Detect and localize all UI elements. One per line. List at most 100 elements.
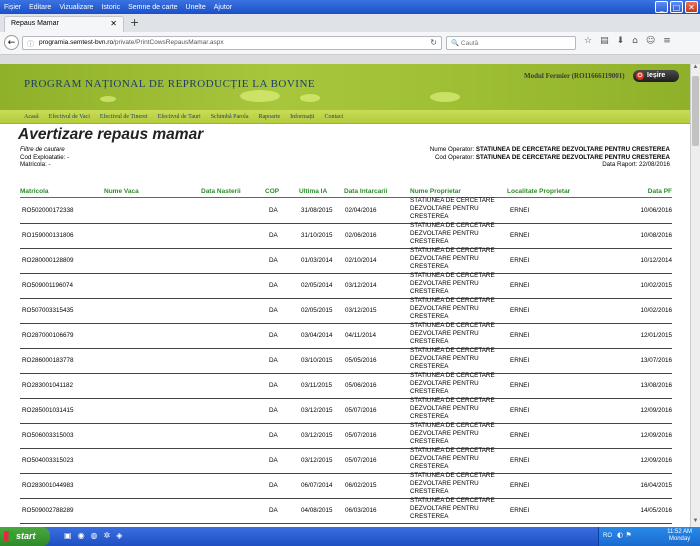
nav-acasa[interactable]: Acasă (24, 114, 39, 120)
exit-label: Ieșire (647, 72, 666, 79)
vertical-scrollbar[interactable]: ▲ ▼ (690, 64, 700, 527)
operator-code-label: Cod Operator: (434, 153, 475, 161)
folder-icon[interactable]: ▣ (64, 531, 72, 540)
menu-istoric[interactable]: Istoric (101, 4, 120, 11)
cell-nume-proprietar: STATIUNEA DE CERCETARE DEZVOLTARE PENTRU… (410, 197, 495, 220)
menu-semne-de-carte[interactable]: Semne de carte (128, 4, 177, 11)
url-bar[interactable]: ⓘ programia.semtest-bvn.ro/private/Print… (22, 36, 442, 50)
nav-schimba-parola[interactable]: Schimbă Parola (211, 114, 249, 120)
cell-ultima-ia: 02/05/2015 (301, 307, 333, 314)
nav-contact[interactable]: Contact (325, 114, 344, 120)
cell-data-intarcarii: 04/11/2014 (345, 332, 377, 339)
col-data-pf: Data PF (647, 188, 672, 195)
cell-data-intarcarii: 05/07/2016 (345, 407, 377, 414)
settings-icon[interactable]: ✲ (104, 531, 111, 540)
cell-data-pf: 10/06/2016 (640, 207, 672, 214)
cell-data-pf: 13/08/2016 (640, 382, 672, 389)
cell-localitate: ERNEI (510, 207, 530, 214)
decor-blob (430, 92, 460, 102)
col-nume-proprietar: Nume Proprietar (410, 188, 461, 195)
menu-unelte[interactable]: Unelte (186, 4, 206, 11)
info-icon[interactable]: ⓘ (27, 39, 34, 49)
table-row: RO509002788289 DA 04/08/2015 06/03/2016 ERNE… (20, 497, 672, 524)
col-matricola: Matricola (20, 188, 49, 195)
scroll-up-icon[interactable]: ▲ (691, 64, 700, 73)
cell-ultima-ia: 03/04/2014 (301, 332, 333, 339)
cell-matricola: RO506003315003 (22, 432, 74, 439)
cell-data-intarcarii: 05/05/2016 (345, 357, 377, 364)
tab-title: Repaus Mamar (11, 20, 59, 27)
scroll-thumb[interactable] (692, 76, 699, 146)
start-button[interactable]: start (0, 527, 50, 546)
cell-matricola: RO283001041182 (22, 382, 74, 389)
tab-repaus-mamar[interactable]: Repaus Mamar ✕ (4, 16, 124, 32)
cell-ultima-ia: 02/05/2014 (301, 282, 333, 289)
exit-button[interactable]: ⏻ Ieșire (633, 70, 679, 82)
table-row: RO283001044983 DA 06/07/2014 06/02/2015 ERNE… (20, 472, 672, 499)
cell-matricola: RO287000106679 (22, 332, 74, 339)
reload-icon[interactable]: ↻ (430, 38, 437, 47)
scroll-down-icon[interactable]: ▼ (691, 518, 700, 527)
nav-efectivul-de-tauri[interactable]: Efectivul de Tauri (158, 114, 201, 120)
cell-matricola: RO283001044983 (22, 482, 74, 489)
download-icon[interactable]: ⬇ (617, 36, 625, 46)
bookmarks-icon[interactable]: ▤ (600, 36, 609, 46)
close-tab-icon[interactable]: ✕ (110, 19, 117, 28)
search-input[interactable]: 🔍 Caută (446, 36, 576, 50)
cell-cop: DA (269, 332, 278, 339)
firefox-icon[interactable]: ◍ (91, 531, 98, 540)
cell-matricola: RO509002788289 (22, 507, 74, 514)
window-controls: _ □ ✕ (655, 1, 698, 13)
nav-efectivul-de-vaci[interactable]: Efectivul de Vaci (49, 114, 90, 120)
menu-ajutor[interactable]: Ajutor (214, 4, 232, 11)
maximize-button[interactable]: □ (670, 1, 683, 13)
table-row: RO280000128809 DA 01/03/2014 02/10/2014 ERNE… (20, 247, 672, 274)
app-icon[interactable]: ◈ (116, 531, 122, 540)
home-icon[interactable]: ⌂ (632, 36, 638, 46)
cell-matricola: RO280000128809 (22, 257, 74, 264)
cell-localitate: ERNEI (510, 382, 530, 389)
operator-code: STATIUNEA DE CERCETARE DEZVOLTARE PENTRU… (475, 153, 670, 161)
table-row: RO285001031415 DA 03/12/2015 05/07/2016 ERNE… (20, 397, 672, 424)
cell-data-intarcarii: 03/12/2015 (345, 307, 377, 314)
start-label: start (16, 531, 36, 541)
hamburger-menu-icon[interactable]: ≡ (663, 36, 671, 46)
table-row: RO287000106679 DA 03/04/2014 04/11/2014 ERNE… (20, 322, 672, 349)
minimize-button[interactable]: _ (655, 1, 668, 13)
nav-efectivul-de-tineret[interactable]: Efectivul de Tineret (100, 114, 148, 120)
menu-fisier[interactable]: Fișier (4, 4, 21, 11)
star-icon[interactable]: ☆ (584, 36, 592, 46)
cell-data-intarcarii: 02/04/2016 (345, 207, 377, 214)
quick-launch: ▣ ◉ ◍ ✲ ◈ (64, 531, 122, 540)
site-header: PROGRAM NAȚIONAL DE REPRODUCȚIE LA BOVIN… (0, 64, 690, 110)
cell-localitate: ERNEI (510, 282, 530, 289)
nav-rapoarte[interactable]: Rapoarte (259, 114, 281, 120)
cell-ultima-ia: 04/08/2015 (301, 507, 333, 514)
browser-menubar: Fișier Editare Vizualizare Istoric Semne… (0, 0, 232, 14)
decor-blob (100, 96, 116, 102)
back-arrow-icon[interactable]: ← (4, 35, 19, 50)
cell-data-pf: 12/01/2015 (640, 332, 672, 339)
cell-data-pf: 12/09/2016 (640, 407, 672, 414)
cell-localitate: ERNEI (510, 257, 530, 264)
chat-icon[interactable]: ☺ (646, 36, 655, 46)
nav-informatii[interactable]: Informații (290, 114, 314, 120)
windows-taskbar: start ▣ ◉ ◍ ✲ ◈ RO ◐ ⚑ 11:52 AM Monday (0, 527, 700, 546)
new-tab-icon[interactable]: + (130, 16, 139, 29)
menu-editare[interactable]: Editare (29, 4, 51, 11)
clock[interactable]: 11:52 AM Monday (667, 529, 692, 543)
col-data-nasterii: Data Nasterii (201, 188, 241, 195)
browser-icon[interactable]: ◉ (78, 531, 85, 540)
page-title: Avertizare repaus mamar (18, 126, 204, 143)
close-button[interactable]: ✕ (685, 1, 698, 13)
language-indicator[interactable]: RO (603, 533, 612, 539)
cell-cop: DA (269, 232, 278, 239)
cell-cop: DA (269, 382, 278, 389)
cell-nume-proprietar: STATIUNEA DE CERCETARE DEZVOLTARE PENTRU… (410, 472, 495, 495)
cell-matricola: RO502000172338 (22, 207, 74, 214)
cell-data-pf: 10/08/2016 (640, 232, 672, 239)
cell-ultima-ia: 03/11/2015 (301, 382, 333, 389)
cell-data-intarcarii: 05/07/2016 (345, 432, 377, 439)
cell-nume-proprietar: STATIUNEA DE CERCETARE DEZVOLTARE PENTRU… (410, 247, 495, 270)
menu-vizualizare[interactable]: Vizualizare (59, 4, 93, 11)
